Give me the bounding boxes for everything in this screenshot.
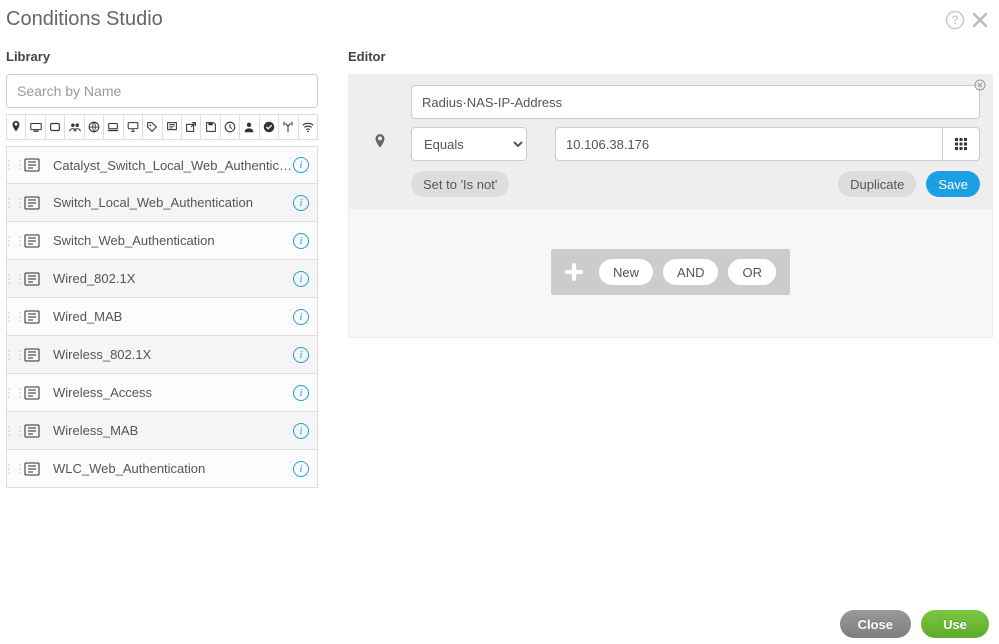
attribute-input[interactable] [411, 85, 980, 119]
filter-user-icon[interactable] [240, 114, 259, 140]
drag-handle-icon[interactable]: ⋮⋮ [7, 272, 21, 286]
close-button[interactable]: Close [840, 610, 911, 638]
filter-clock-icon[interactable] [221, 114, 240, 140]
connector-or-button[interactable]: OR [728, 259, 776, 285]
info-icon[interactable]: i [293, 195, 309, 211]
condition-type-icon [21, 310, 43, 324]
condition-type-icon [21, 424, 43, 438]
info-icon[interactable]: i [293, 233, 309, 249]
library-list: ⋮⋮ Catalyst_Switch_Local_Web_Authenticat… [6, 146, 318, 488]
library-item-label: Wireless_MAB [53, 423, 293, 438]
drag-handle-icon[interactable]: ⋮⋮ [7, 348, 21, 362]
filter-pin-icon[interactable] [6, 114, 26, 140]
info-icon[interactable]: i [293, 309, 309, 325]
search-input[interactable] [6, 74, 318, 108]
filter-check-icon[interactable] [260, 114, 279, 140]
condition-row: Equals Set to 'Is not' Duplicate [349, 75, 992, 209]
library-item-label: Wireless_Access [53, 385, 293, 400]
library-item[interactable]: ⋮⋮ Switch_Web_Authentication i [6, 222, 318, 260]
library-item-label: Wired_802.1X [53, 271, 293, 286]
info-icon[interactable]: i [293, 271, 309, 287]
info-icon[interactable]: i [293, 157, 309, 173]
info-icon[interactable]: i [293, 423, 309, 439]
drag-handle-icon[interactable]: ⋮⋮ [7, 196, 21, 210]
filter-users-icon[interactable] [65, 114, 84, 140]
add-condition-icon[interactable] [559, 257, 589, 287]
filter-tag-icon[interactable] [143, 114, 162, 140]
condition-type-icon [21, 272, 43, 286]
filter-icon-row [6, 114, 318, 140]
filter-cert-icon[interactable] [163, 114, 182, 140]
library-item[interactable]: ⋮⋮ WLC_Web_Authentication i [6, 450, 318, 488]
drag-handle-icon[interactable]: ⋮⋮ [7, 424, 21, 438]
filter-globe-icon[interactable] [85, 114, 104, 140]
library-item[interactable]: ⋮⋮ Switch_Local_Web_Authentication i [6, 184, 318, 222]
condition-type-icon [21, 158, 43, 172]
value-picker-button[interactable] [942, 127, 980, 161]
condition-type-icon [21, 196, 43, 210]
filter-wifi-icon[interactable] [299, 114, 318, 140]
library-item[interactable]: ⋮⋮ Wireless_802.1X i [6, 336, 318, 374]
condition-type-icon [21, 234, 43, 248]
filter-external-icon[interactable] [182, 114, 201, 140]
drag-handle-icon[interactable]: ⋮⋮ [7, 462, 21, 476]
save-button[interactable]: Save [926, 171, 980, 197]
filter-device-icon[interactable] [26, 114, 45, 140]
library-item-label: Catalyst_Switch_Local_Web_Authentication [53, 158, 293, 173]
library-item-label: Switch_Web_Authentication [53, 233, 293, 248]
drag-handle-icon[interactable]: ⋮⋮ [7, 386, 21, 400]
library-item-label: Wired_MAB [53, 309, 293, 324]
connector-new-button[interactable]: New [599, 259, 653, 285]
value-input[interactable] [555, 127, 942, 161]
library-item-label: Switch_Local_Web_Authentication [53, 195, 293, 210]
condition-pin-icon[interactable] [349, 75, 411, 209]
filter-monitor-icon[interactable] [124, 114, 143, 140]
info-icon[interactable]: i [293, 385, 309, 401]
library-heading: Library [6, 35, 318, 74]
duplicate-button[interactable]: Duplicate [838, 171, 916, 197]
svg-text:?: ? [951, 13, 958, 27]
drag-handle-icon[interactable]: ⋮⋮ [7, 310, 21, 324]
drag-handle-icon[interactable]: ⋮⋮ [7, 158, 21, 172]
filter-port-icon[interactable] [46, 114, 65, 140]
library-item[interactable]: ⋮⋮ Wireless_MAB i [6, 412, 318, 450]
remove-condition-icon[interactable] [974, 79, 986, 91]
library-item[interactable]: ⋮⋮ Wireless_Access i [6, 374, 318, 412]
filter-save-icon[interactable] [201, 114, 220, 140]
condition-type-icon [21, 462, 43, 476]
filter-antenna-icon[interactable] [279, 114, 298, 140]
info-icon[interactable]: i [293, 347, 309, 363]
operator-select[interactable]: Equals [411, 127, 527, 161]
library-item-label: Wireless_802.1X [53, 347, 293, 362]
set-to-is-not-button[interactable]: Set to 'Is not' [411, 171, 509, 197]
close-icon[interactable] [971, 11, 989, 29]
condition-type-icon [21, 348, 43, 362]
filter-laptop-icon[interactable] [104, 114, 123, 140]
page-title: Conditions Studio [6, 8, 163, 31]
library-item[interactable]: ⋮⋮ Wired_MAB i [6, 298, 318, 336]
library-item[interactable]: ⋮⋮ Catalyst_Switch_Local_Web_Authenticat… [6, 146, 318, 184]
info-icon[interactable]: i [293, 461, 309, 477]
drag-handle-icon[interactable]: ⋮⋮ [7, 234, 21, 248]
editor-heading: Editor [348, 35, 993, 74]
connector-and-button[interactable]: AND [663, 259, 718, 285]
library-item-label: WLC_Web_Authentication [53, 461, 293, 476]
condition-type-icon [21, 386, 43, 400]
use-button[interactable]: Use [921, 610, 989, 638]
help-icon[interactable]: ? [945, 10, 965, 30]
connector-area: New AND OR [349, 209, 992, 337]
library-item[interactable]: ⋮⋮ Wired_802.1X i [6, 260, 318, 298]
